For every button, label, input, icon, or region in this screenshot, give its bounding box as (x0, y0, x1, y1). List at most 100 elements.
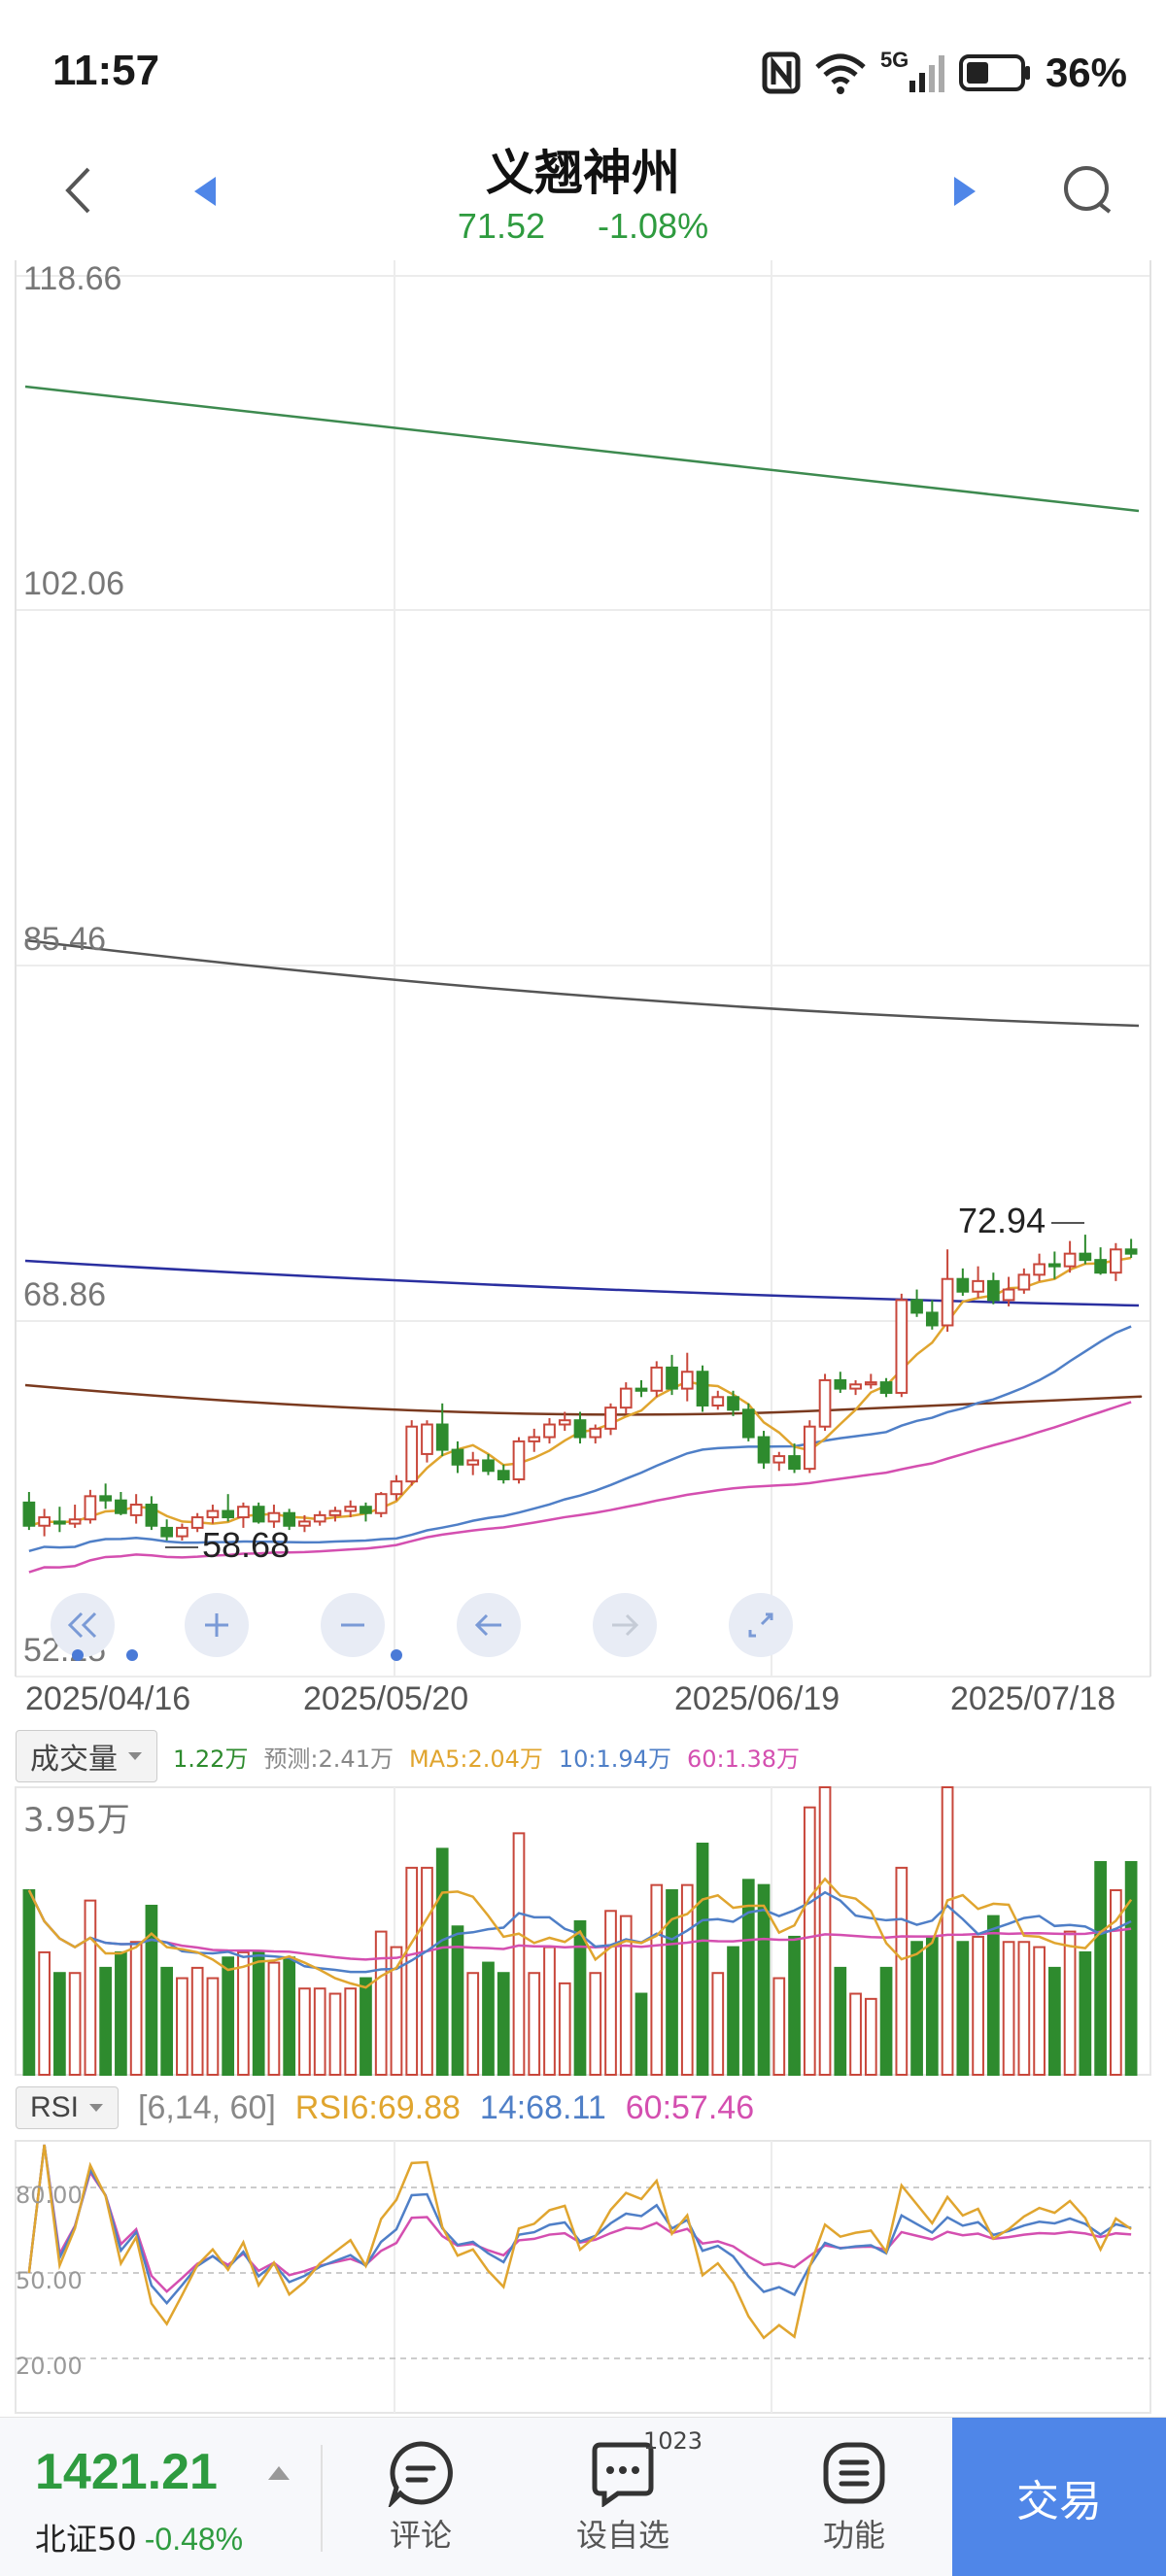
candle (390, 1480, 403, 1496)
candle (38, 1516, 51, 1527)
candle (222, 1509, 235, 1519)
candle (405, 1425, 419, 1483)
volume-bar (237, 1950, 250, 2077)
tab-watchlist[interactable]: 1023 设自选 (550, 2427, 703, 2561)
scroll-start-button[interactable] (51, 1593, 115, 1657)
volume-max-label: 3.95万 (23, 1801, 130, 1840)
candle (466, 1459, 480, 1466)
ma-line-long (24, 385, 1140, 513)
candle (252, 1506, 265, 1523)
rsi60-value: 60:57.46 (625, 2088, 755, 2126)
candle (1124, 1248, 1138, 1255)
dropdown-label: RSI (30, 2091, 80, 2123)
volume-bar (1033, 1946, 1046, 2076)
candle (237, 1506, 250, 1519)
volume-bar (543, 1946, 556, 2076)
search-button[interactable] (1059, 161, 1117, 220)
candle (1033, 1263, 1046, 1276)
high-annotation: 72.94 (958, 1201, 1085, 1241)
volume-bar (741, 1879, 755, 2076)
volume-bar (84, 1899, 97, 2077)
candle (435, 1423, 449, 1451)
rsi-chart[interactable] (0, 2137, 1166, 2415)
volume-bar (435, 1847, 449, 2077)
volume-bar (482, 1961, 495, 2076)
volume-bar (910, 1941, 923, 2076)
battery-icon (958, 54, 1030, 91)
minus-icon (341, 1623, 364, 1627)
date-label: 2025/05/20 (303, 1680, 469, 1717)
volume-bar (115, 1950, 127, 2077)
index-ticker[interactable]: 1421.21 北证50 -0.48% (0, 2418, 311, 2576)
candle (727, 1396, 739, 1411)
date-label: 2025/04/16 (25, 1680, 191, 1717)
index-name: 北证50 (35, 2521, 137, 2558)
volume-ma5: MA5:2.04万 (408, 1745, 543, 1773)
low-value: 58.68 (202, 1525, 291, 1565)
scroll-left-button[interactable] (457, 1593, 521, 1657)
candle (895, 1299, 909, 1394)
ma-line-90 (24, 1383, 1143, 1416)
tab-comment[interactable]: 评论 (348, 2435, 494, 2561)
zoom-in-button[interactable] (185, 1593, 249, 1657)
search-icon (1064, 166, 1112, 214)
volume-bar (38, 1950, 51, 2077)
zoom-out-button[interactable] (321, 1593, 385, 1657)
volume-bar (360, 1977, 372, 2077)
status-time: 11:57 (52, 47, 160, 94)
fullscreen-button[interactable] (729, 1593, 793, 1657)
price-axis-label: 68.86 (23, 1276, 107, 1313)
menu-icon (823, 2442, 885, 2504)
volume-bar (986, 1915, 1000, 2076)
volume-bar (573, 1919, 587, 2076)
stock-header: 义翘神州 71.52 -1.08% (0, 117, 1166, 262)
stock-price: 71.52 (457, 206, 545, 246)
volume-bar (634, 1992, 648, 2076)
watch-badge: 1023 (643, 2427, 703, 2455)
chart-canvas[interactable] (0, 260, 1166, 1737)
indicator-dropdown[interactable]: 成交量 (16, 1730, 157, 1782)
candle (298, 1520, 311, 1527)
candle (986, 1279, 1000, 1302)
candle (604, 1407, 617, 1430)
signal-icon: 5G (880, 48, 944, 94)
volume-bar (1002, 1941, 1015, 2076)
date-label: 2025/07/18 (950, 1680, 1116, 1717)
tab-functions[interactable]: 功能 (781, 2435, 927, 2561)
rsi14-line (27, 2144, 1132, 2306)
page-dot (126, 1649, 138, 1661)
volume-bar (772, 1977, 786, 2077)
candle (1110, 1248, 1122, 1274)
volume-bar (267, 1961, 281, 2076)
candle (84, 1495, 97, 1521)
scroll-right-button[interactable] (593, 1593, 657, 1657)
volume-bar (650, 1883, 664, 2076)
candle (634, 1387, 648, 1392)
low-annotation: 58.68 (165, 1525, 290, 1566)
battery-percent: 36% (1045, 50, 1127, 95)
trade-button[interactable]: 交易 (952, 2418, 1166, 2576)
volume-bar (528, 1972, 541, 2076)
candle (803, 1425, 816, 1471)
tab-label: 评论 (389, 2517, 452, 2554)
volume-bar (222, 1956, 235, 2076)
kline-chart[interactable]: 118.66 102.06 85.46 68.86 52.25 72.94 58… (0, 260, 1166, 1737)
candle (1048, 1263, 1061, 1268)
page-dot (391, 1649, 402, 1661)
candle (512, 1440, 526, 1480)
candle (528, 1436, 541, 1442)
tab-label: 设自选 (575, 2517, 669, 2554)
volume-bar (190, 1966, 204, 2076)
volume-bar (1079, 1950, 1092, 2077)
chart-controls (0, 1593, 1166, 1661)
volume-bar (451, 1925, 464, 2076)
volume-bar (1124, 1860, 1138, 2076)
candle (451, 1448, 464, 1466)
next-stock-button[interactable] (941, 167, 989, 216)
rsi-dropdown[interactable]: RSI (16, 2086, 120, 2129)
volume-bar (895, 1866, 909, 2076)
volume-bar (1110, 1888, 1122, 2076)
double-chevron-left-icon (67, 1611, 97, 1639)
volume-chart[interactable] (0, 1783, 1166, 2079)
volume-bar (941, 1786, 954, 2076)
